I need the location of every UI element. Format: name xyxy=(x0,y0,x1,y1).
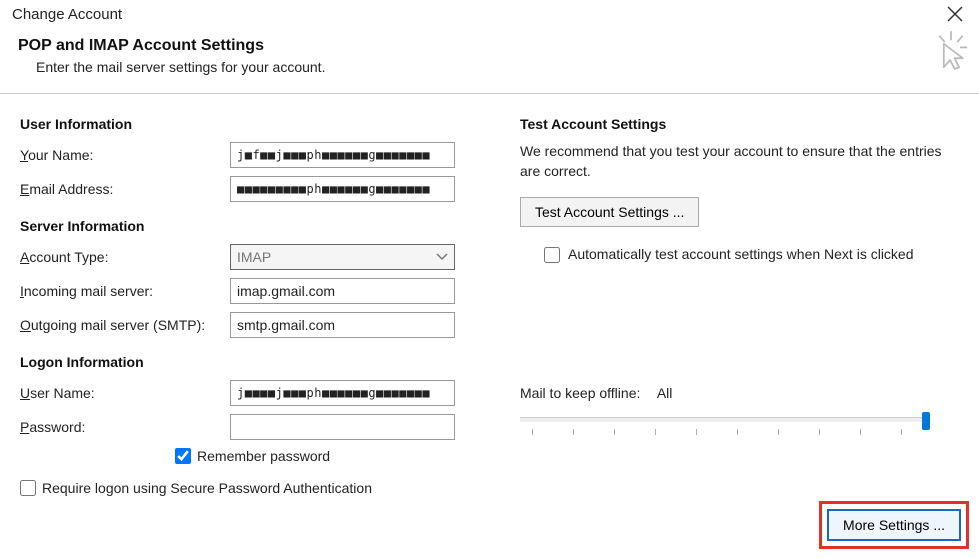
slider-tick xyxy=(737,429,738,435)
slider-tick xyxy=(901,429,902,435)
more-settings-button[interactable]: More Settings ... xyxy=(827,509,961,541)
incoming-server-input[interactable] xyxy=(230,278,455,304)
password-input[interactable] xyxy=(230,414,455,440)
divider xyxy=(0,93,979,94)
email-label: Email Address: xyxy=(20,181,230,197)
mail-keep-value: All xyxy=(657,385,673,401)
user-name-label: User Name: xyxy=(20,385,230,401)
outgoing-server-label: Outgoing mail server (SMTP): xyxy=(20,317,230,333)
server-info-heading: Server Information xyxy=(20,218,480,234)
mail-keep-slider[interactable] xyxy=(520,415,930,445)
close-button[interactable] xyxy=(941,6,969,25)
chevron-down-icon xyxy=(430,245,454,269)
user-name-input[interactable] xyxy=(230,380,455,406)
test-settings-description: We recommend that you test your account … xyxy=(520,142,959,181)
slider-tick xyxy=(778,429,779,435)
close-icon xyxy=(947,6,963,22)
slider-thumb[interactable] xyxy=(922,412,930,430)
email-input[interactable] xyxy=(230,176,455,202)
auto-test-checkbox[interactable] xyxy=(544,247,560,263)
remember-password-label: Remember password xyxy=(197,448,330,464)
your-name-input[interactable] xyxy=(230,142,455,168)
auto-test-label: Automatically test account settings when… xyxy=(568,245,914,265)
more-settings-highlight: More Settings ... xyxy=(819,501,969,549)
account-type-value: IMAP xyxy=(237,249,271,265)
slider-tick xyxy=(532,429,533,435)
outgoing-server-input[interactable] xyxy=(230,312,455,338)
mail-keep-label: Mail to keep offline: xyxy=(520,385,640,401)
slider-tick xyxy=(696,429,697,435)
page-title: POP and IMAP Account Settings xyxy=(18,37,979,55)
test-account-settings-button[interactable]: Test Account Settings ... xyxy=(520,197,699,227)
remember-password-checkbox[interactable] xyxy=(175,448,191,464)
account-type-select: IMAP xyxy=(230,244,455,270)
slider-track xyxy=(520,417,930,422)
incoming-server-label: Incoming mail server: xyxy=(20,283,230,299)
user-info-heading: User Information xyxy=(20,116,480,132)
your-name-label: Your Name: xyxy=(20,147,230,163)
spa-checkbox[interactable] xyxy=(20,480,36,496)
spa-label: Require logon using Secure Password Auth… xyxy=(42,480,372,496)
slider-tick xyxy=(573,429,574,435)
test-settings-heading: Test Account Settings xyxy=(520,116,959,132)
slider-tick xyxy=(860,429,861,435)
password-label: Password: xyxy=(20,419,230,435)
cursor-click-icon xyxy=(933,31,969,76)
slider-tick xyxy=(819,429,820,435)
slider-tick xyxy=(614,429,615,435)
account-type-label: Account Type: xyxy=(20,249,230,265)
page-subtitle: Enter the mail server settings for your … xyxy=(18,59,979,75)
window-title: Change Account xyxy=(12,6,122,23)
slider-tick xyxy=(655,429,656,435)
logon-info-heading: Logon Information xyxy=(20,354,480,370)
